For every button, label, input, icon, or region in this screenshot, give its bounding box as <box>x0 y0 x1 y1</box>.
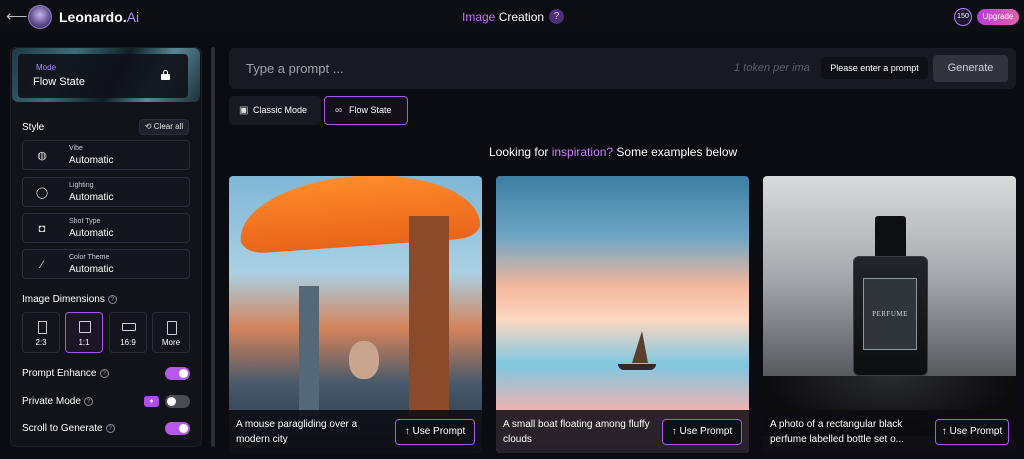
inspiration-post: Some examples below <box>613 145 738 159</box>
use-prompt-button[interactable]: ↑ Use Prompt <box>935 419 1009 445</box>
help-icon[interactable]: ? <box>83 396 93 406</box>
mouse-image <box>349 341 379 379</box>
landscape-ratio-icon <box>122 323 136 331</box>
scroll-generate-label: Scroll to Generate? <box>22 423 115 434</box>
bottle-label-text: PERFUME <box>872 310 908 318</box>
tab-label: Flow State <box>349 105 392 115</box>
infinity-icon: ∞ <box>335 105 343 116</box>
inspiration-heading: Looking for inspiration? Some examples b… <box>489 145 737 159</box>
card-caption: A photo of a rectangular black perfume l… <box>770 419 904 445</box>
style-shot-type-selector[interactable]: ◘ Shot Type Automatic <box>22 213 190 243</box>
mode-label: Mode <box>36 63 57 72</box>
style-row-label: Color Theme <box>69 254 110 261</box>
dimension-label: 16:9 <box>120 338 136 347</box>
premium-gem-icon: ♦ <box>144 396 159 407</box>
brand-name[interactable]: Leonardo.Ai <box>59 9 139 25</box>
palette-icon: ◍ <box>37 150 47 162</box>
more-ratio-icon <box>167 321 177 335</box>
scroll-generate-text: Scroll to Generate <box>22 423 103 434</box>
back-arrow-icon[interactable]: ⟵ <box>6 8 28 26</box>
style-color-theme-selector[interactable]: ⁄ Color Theme Automatic <box>22 249 190 279</box>
image-dimensions-label: Image Dimensions <box>22 294 105 305</box>
image-dimensions-title: Image Dimensions? <box>22 294 117 305</box>
prompt-required-tooltip: Please enter a prompt <box>821 57 928 79</box>
style-row-value: Automatic <box>69 155 114 166</box>
square-ratio-icon <box>79 321 91 333</box>
toggle-knob <box>167 397 176 406</box>
style-row-value: Automatic <box>69 192 114 203</box>
card-caption: A small boat floating among fluffy cloud… <box>503 419 650 445</box>
brand-text: Leonardo. <box>59 9 127 25</box>
dimension-more-button[interactable]: More <box>152 312 190 353</box>
inspiration-pre: Looking for <box>489 145 552 159</box>
help-icon[interactable]: ? <box>549 9 564 24</box>
toggle-knob <box>179 424 188 433</box>
style-row-value: Automatic <box>69 228 114 239</box>
brand-suffix: Ai <box>126 9 140 25</box>
card-caption: A mouse paragliding over a modern city <box>236 419 358 445</box>
clear-icon: ⟲ <box>144 122 154 131</box>
help-icon[interactable]: ? <box>99 368 109 378</box>
prompt-enhance-toggle[interactable] <box>165 367 190 380</box>
dimension-2-3-button[interactable]: 2:3 <box>22 312 60 353</box>
style-row-label: Vibe <box>69 145 83 152</box>
dimension-16-9-button[interactable]: 16:9 <box>109 312 147 353</box>
sail-image <box>632 331 648 363</box>
style-vibe-selector[interactable]: ◍ Vibe Automatic <box>22 140 190 170</box>
page-title: Image Creation <box>462 10 544 24</box>
style-row-value: Automatic <box>69 264 114 275</box>
bottle-cap-image <box>875 216 906 258</box>
eyedropper-icon: ⁄ <box>41 259 43 271</box>
example-card-boat[interactable]: A small boat floating among fluffy cloud… <box>496 176 749 453</box>
tower-image <box>299 286 319 416</box>
scroll-generate-toggle[interactable] <box>165 422 190 435</box>
style-row-label: Shot Type <box>69 218 101 225</box>
portrait-ratio-icon <box>38 321 47 334</box>
clear-all-label: Clear all <box>153 122 184 131</box>
brand-logo-avatar <box>28 5 52 29</box>
clear-all-button[interactable]: ⟲ Clear all <box>139 119 189 135</box>
tab-classic-mode[interactable]: ▣ Classic Mode <box>229 96 321 125</box>
sidebar <box>10 47 202 447</box>
boat-image <box>618 364 656 370</box>
help-icon[interactable]: ? <box>107 294 117 304</box>
dimension-label: 1:1 <box>78 338 90 347</box>
building-image <box>409 216 449 416</box>
example-card-paraglider[interactable]: A mouse paragliding over a modern city ↑… <box>229 176 482 453</box>
lightbulb-icon: ◯ <box>35 187 49 199</box>
token-cost-hint: 1 token per ima <box>734 62 810 74</box>
use-prompt-button[interactable]: ↑ Use Prompt <box>662 419 742 445</box>
private-mode-label: Private Mode? <box>22 396 93 407</box>
private-mode-text: Private Mode <box>22 396 81 407</box>
camera-icon: ◘ <box>38 223 46 235</box>
style-row-label: Lighting <box>69 182 94 189</box>
image-stack-icon: ▣ <box>239 105 249 116</box>
page-title-highlight: Image <box>462 10 496 24</box>
private-mode-toggle[interactable] <box>165 395 190 408</box>
prompt-enhance-label: Prompt Enhance? <box>22 368 109 379</box>
sidebar-scrollbar[interactable] <box>211 47 215 447</box>
tab-label: Classic Mode <box>253 105 308 115</box>
mode-value: Flow State <box>33 76 85 88</box>
help-icon[interactable]: ? <box>105 423 115 433</box>
style-lighting-selector[interactable]: ◯ Lighting Automatic <box>22 177 190 207</box>
upgrade-button[interactable]: Upgrade <box>977 9 1019 25</box>
lock-icon <box>161 70 170 80</box>
toggle-knob <box>179 369 188 378</box>
prompt-enhance-text: Prompt Enhance <box>22 368 97 379</box>
style-section-title: Style <box>22 122 45 133</box>
use-prompt-button[interactable]: ↑ Use Prompt <box>395 419 475 445</box>
example-card-perfume[interactable]: PERFUME A photo of a rectangular black p… <box>763 176 1016 453</box>
token-balance-badge[interactable]: 150 <box>954 8 972 26</box>
tab-flow-state[interactable]: ∞ Flow State <box>324 96 408 125</box>
generate-button[interactable]: Generate <box>933 55 1008 82</box>
dimension-label: More <box>161 338 181 347</box>
inspiration-highlight: inspiration? <box>551 145 614 159</box>
prompt-input[interactable] <box>246 58 706 78</box>
page-title-rest: Creation <box>495 10 545 24</box>
dimension-label: 2:3 <box>35 338 47 347</box>
dimension-1-1-button[interactable]: 1:1 <box>65 312 103 353</box>
